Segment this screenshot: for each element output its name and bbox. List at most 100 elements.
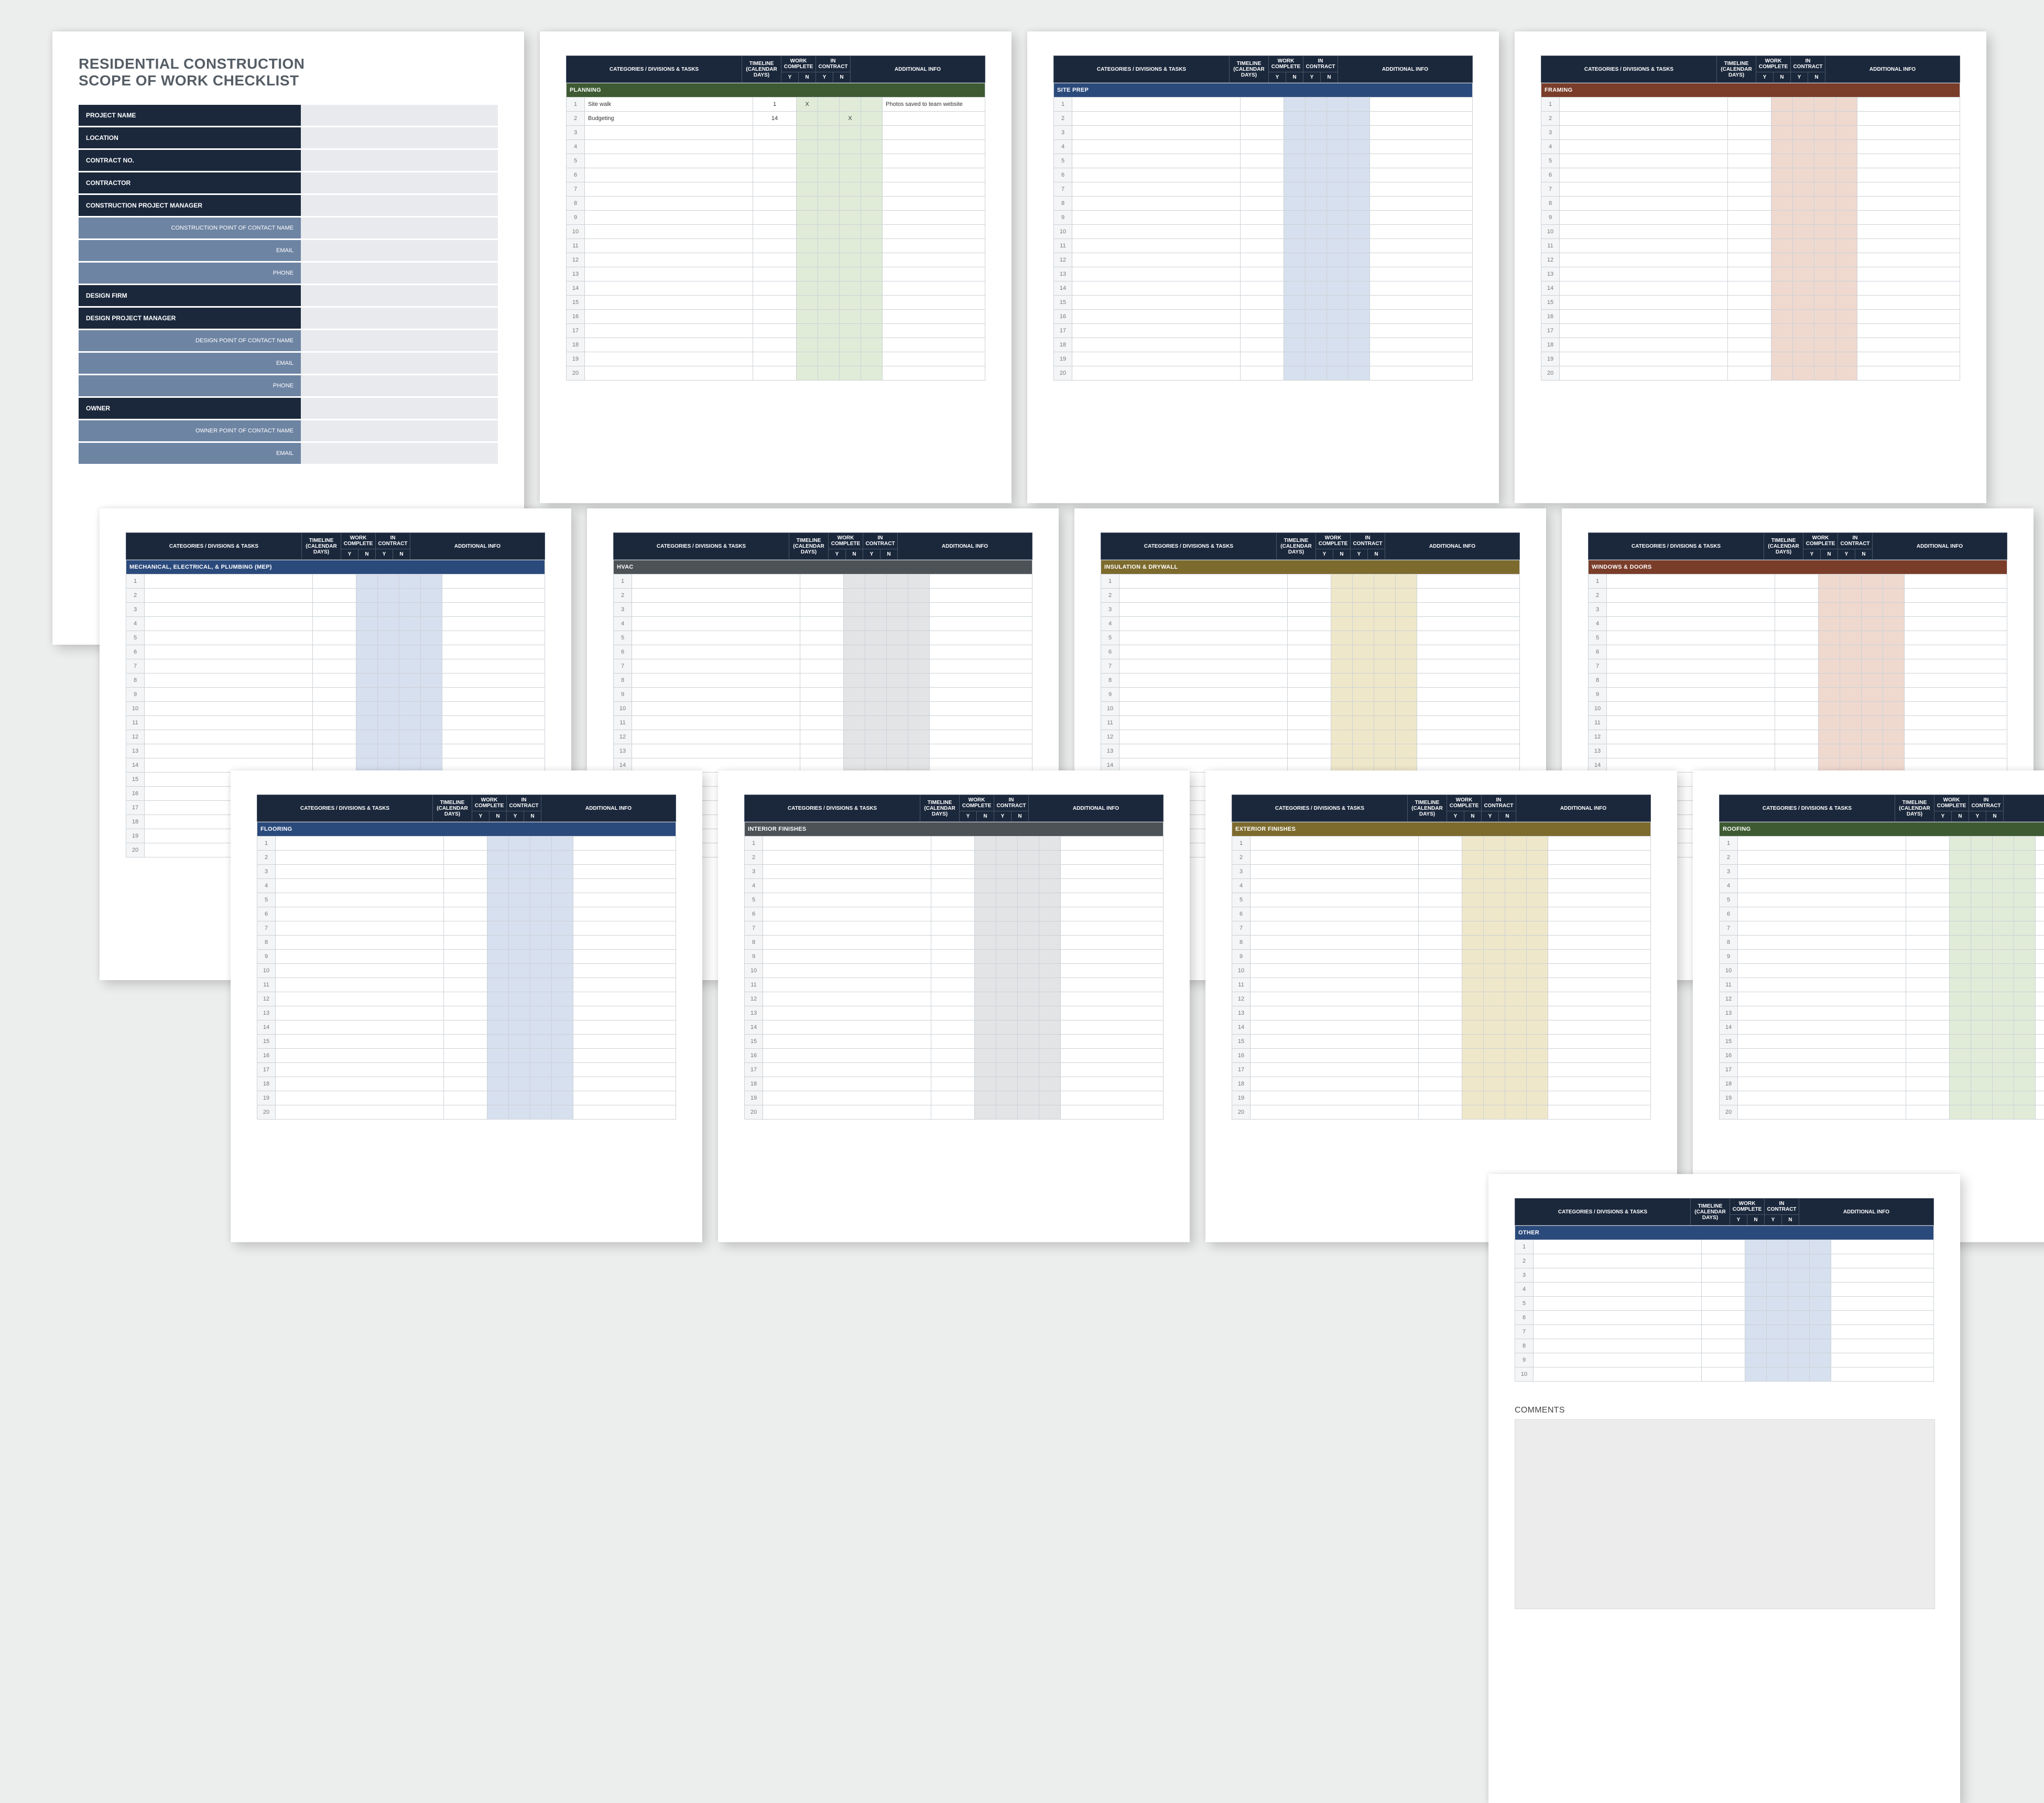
cell-timeline[interactable] xyxy=(1775,617,1819,631)
cell-wc-n[interactable] xyxy=(1306,225,1327,239)
cell-wc-n[interactable] xyxy=(378,702,399,716)
cell-additional-info[interactable] xyxy=(1548,1063,1651,1077)
cell-additional-info[interactable] xyxy=(442,716,545,730)
cell-timeline[interactable] xyxy=(1241,239,1284,253)
cell-ic-n[interactable] xyxy=(1039,1020,1061,1035)
cell-timeline[interactable] xyxy=(1241,182,1284,197)
cell-task[interactable] xyxy=(1738,978,1906,992)
cell-wc-n[interactable] xyxy=(1484,1006,1505,1020)
cell-wc-n[interactable] xyxy=(1306,366,1327,381)
cell-ic-n[interactable] xyxy=(861,296,883,310)
cell-ic-n[interactable] xyxy=(1349,239,1370,253)
cell-wc-n[interactable] xyxy=(1484,1077,1505,1091)
cell-wc-y[interactable] xyxy=(1745,1240,1767,1254)
cell-timeline[interactable] xyxy=(800,574,844,589)
cell-ic-n[interactable] xyxy=(1349,253,1370,267)
cell-timeline[interactable] xyxy=(753,182,797,197)
cell-task[interactable] xyxy=(585,296,753,310)
cell-wc-n[interactable] xyxy=(865,702,887,716)
cell-additional-info[interactable] xyxy=(573,1006,676,1020)
cell-wc-n[interactable] xyxy=(1971,1105,1993,1120)
cell-ic-y[interactable] xyxy=(1788,1240,1810,1254)
cell-task[interactable] xyxy=(1560,253,1728,267)
cell-wc-n[interactable] xyxy=(818,197,840,211)
cell-ic-y[interactable] xyxy=(1505,837,1527,851)
cell-timeline[interactable] xyxy=(1728,140,1771,154)
cell-ic-n[interactable] xyxy=(1836,352,1857,366)
cell-additional-info[interactable] xyxy=(442,617,545,631)
cell-wc-y[interactable] xyxy=(975,879,996,893)
cell-ic-n[interactable] xyxy=(552,1091,573,1105)
cell-task[interactable] xyxy=(1607,702,1775,716)
cell-timeline[interactable] xyxy=(931,964,975,978)
cell-wc-n[interactable] xyxy=(1793,140,1814,154)
cell-timeline[interactable] xyxy=(1728,324,1771,338)
cell-wc-y[interactable] xyxy=(844,617,865,631)
cell-task[interactable] xyxy=(1738,992,1906,1006)
cell-wc-n[interactable] xyxy=(1793,154,1814,168)
cell-wc-y[interactable] xyxy=(1462,1105,1484,1120)
cell-timeline[interactable] xyxy=(1906,893,1950,907)
cover-field-input[interactable] xyxy=(301,397,498,420)
cell-task[interactable] xyxy=(1251,865,1419,879)
cell-additional-info[interactable] xyxy=(1831,1254,1934,1268)
cell-wc-y[interactable] xyxy=(1331,603,1353,617)
cell-additional-info[interactable] xyxy=(883,182,985,197)
cell-task[interactable] xyxy=(145,645,313,659)
cell-task[interactable] xyxy=(763,907,931,921)
cell-wc-n[interactable] xyxy=(818,112,840,126)
cell-ic-n[interactable] xyxy=(1039,907,1061,921)
cell-wc-y[interactable] xyxy=(487,1091,509,1105)
cell-wc-n[interactable] xyxy=(1484,893,1505,907)
cell-ic-y[interactable] xyxy=(530,964,552,978)
cover-field-input[interactable] xyxy=(301,127,498,149)
cell-ic-y[interactable] xyxy=(840,182,861,197)
cell-ic-y[interactable] xyxy=(840,211,861,225)
cell-task[interactable] xyxy=(1251,851,1419,865)
cell-task[interactable] xyxy=(1119,589,1288,603)
cell-task[interactable] xyxy=(1534,1268,1702,1283)
cell-ic-y[interactable] xyxy=(530,921,552,936)
cell-ic-n[interactable] xyxy=(908,730,930,744)
cell-wc-y[interactable] xyxy=(1284,97,1306,112)
cell-additional-info[interactable] xyxy=(2036,1077,2044,1091)
cell-wc-y[interactable] xyxy=(1745,1254,1767,1268)
cell-timeline[interactable] xyxy=(800,659,844,674)
cell-wc-n[interactable] xyxy=(1306,126,1327,140)
cell-ic-n[interactable] xyxy=(1349,112,1370,126)
cell-task[interactable] xyxy=(1560,324,1728,338)
cell-ic-n[interactable] xyxy=(1883,574,1905,589)
cell-ic-y[interactable] xyxy=(1993,1049,2014,1063)
cell-ic-y[interactable] xyxy=(840,324,861,338)
cell-timeline[interactable] xyxy=(1419,1020,1462,1035)
cell-wc-y[interactable] xyxy=(1462,837,1484,851)
cell-task[interactable] xyxy=(763,1063,931,1077)
cell-wc-n[interactable] xyxy=(1793,197,1814,211)
cell-wc-n[interactable] xyxy=(865,617,887,631)
cell-additional-info[interactable] xyxy=(930,688,1032,702)
cell-additional-info[interactable] xyxy=(2036,907,2044,921)
cell-additional-info[interactable] xyxy=(930,603,1032,617)
cover-field-input[interactable] xyxy=(301,194,498,217)
cell-wc-y[interactable] xyxy=(1819,716,1840,730)
cell-additional-info[interactable] xyxy=(1905,716,2007,730)
cell-ic-n[interactable] xyxy=(1527,1063,1548,1077)
cell-additional-info[interactable] xyxy=(442,674,545,688)
cell-timeline[interactable] xyxy=(444,1035,487,1049)
cell-ic-y[interactable] xyxy=(840,154,861,168)
cell-task[interactable] xyxy=(276,1063,444,1077)
cell-wc-y[interactable] xyxy=(1819,674,1840,688)
cell-ic-y[interactable] xyxy=(1018,992,1039,1006)
cell-additional-info[interactable] xyxy=(573,837,676,851)
cell-wc-y[interactable] xyxy=(487,1035,509,1049)
cell-task[interactable] xyxy=(1560,126,1728,140)
cell-additional-info[interactable] xyxy=(1370,239,1473,253)
cell-wc-y[interactable] xyxy=(356,589,378,603)
cell-ic-y[interactable] xyxy=(1327,324,1349,338)
cell-wc-n[interactable] xyxy=(1306,352,1327,366)
cell-wc-y[interactable] xyxy=(1284,225,1306,239)
cell-ic-n[interactable] xyxy=(2014,964,2036,978)
cell-wc-y[interactable] xyxy=(1819,744,1840,758)
cell-ic-n[interactable] xyxy=(1883,716,1905,730)
cell-wc-n[interactable] xyxy=(1353,688,1374,702)
